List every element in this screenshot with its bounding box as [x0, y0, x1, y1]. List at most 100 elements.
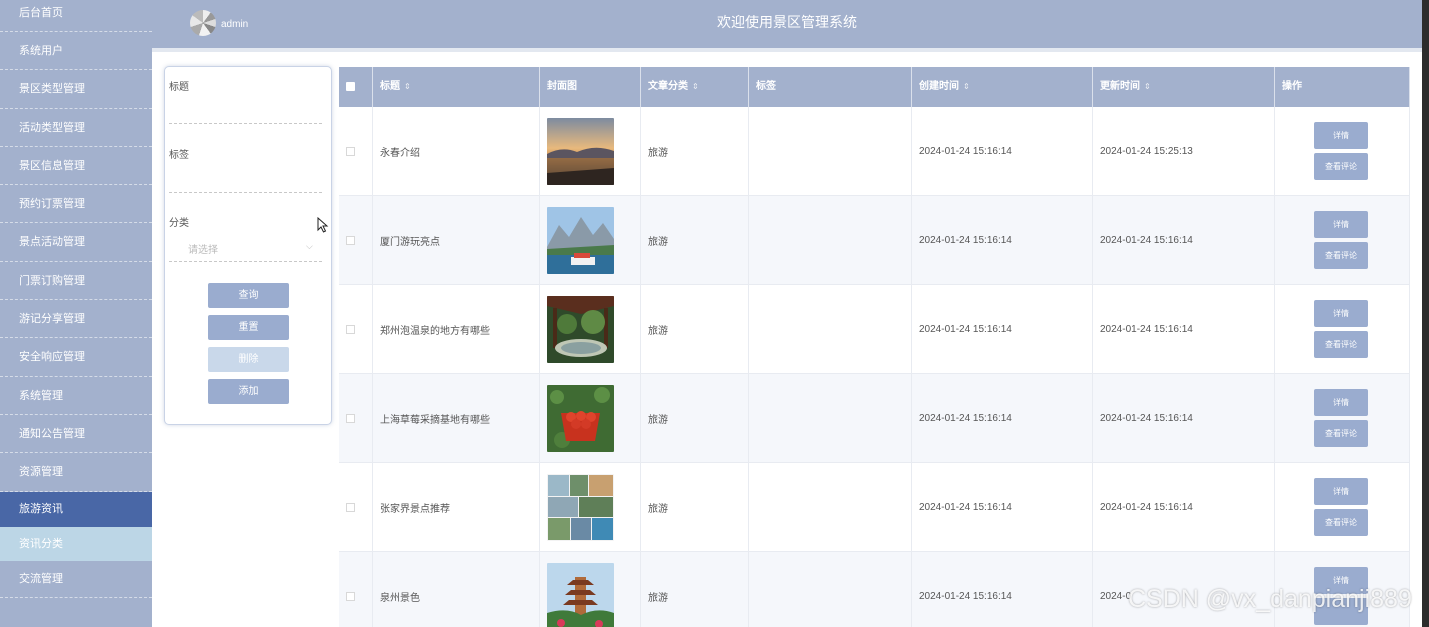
table-row: 郑州泡温泉的地方有哪些 旅游 2024-01-24 15:16:14 2024-… [339, 285, 1410, 374]
sidebar-item-scenic-type[interactable]: 景区类型管理 [0, 70, 152, 109]
tags-cell [749, 285, 912, 373]
tags-cell [749, 107, 912, 195]
cover-cell [540, 552, 641, 627]
view-comments-button[interactable]: 查看评论 [1314, 331, 1368, 358]
sidebar-item-tickets[interactable]: 门票订购管理 [0, 262, 152, 301]
actions-cell: 详情 查看评论 [1275, 463, 1410, 551]
news-table: 标题 ⇕ 封面图 文章分类 ⇕ 标签 创建时间 ⇕ 更新时间 ⇕ 操作 永春介绍 旅游 … [339, 67, 1410, 627]
view-comments-button[interactable]: 查看评论 [1314, 509, 1368, 536]
sidebar-item-events[interactable]: 景点活动管理 [0, 223, 152, 262]
cover-cell [540, 196, 641, 284]
category-select[interactable]: 请选择 [188, 241, 218, 256]
title-cell: 郑州泡温泉的地方有哪些 [373, 285, 540, 373]
category-cell: 旅游 [641, 463, 749, 551]
select-all-checkbox[interactable] [346, 82, 355, 91]
sort-icon[interactable]: ⇕ [963, 82, 970, 91]
category-cell: 旅游 [641, 374, 749, 462]
col-actions-label: 操作 [1282, 81, 1302, 92]
detail-button[interactable]: 详情 [1314, 300, 1368, 327]
row-checkbox[interactable] [346, 591, 355, 601]
title-cell: 厦门游玩亮点 [373, 196, 540, 284]
actions-cell: 详情 查看评论 [1275, 107, 1410, 195]
sidebar-item-resources[interactable]: 资源管理 [0, 453, 152, 492]
col-category-label: 文章分类 [648, 81, 688, 92]
detail-button[interactable]: 详情 [1314, 478, 1368, 505]
table-row: 永春介绍 旅游 2024-01-24 15:16:14 2024-01-24 1… [339, 107, 1410, 196]
category-select-underline [169, 261, 322, 262]
row-checkbox[interactable] [346, 146, 355, 156]
zhangjiajie-collage-image [547, 473, 614, 541]
created-cell: 2024-01-24 15:16:14 [912, 285, 1093, 373]
cover-cell [540, 374, 641, 462]
main-top-divider [152, 48, 1422, 52]
tags-cell [749, 552, 912, 627]
detail-button[interactable]: 详情 [1314, 211, 1368, 238]
sidebar-item-notices[interactable]: 通知公告管理 [0, 415, 152, 454]
title-cell: 永春介绍 [373, 107, 540, 195]
row-checkbox[interactable] [346, 413, 355, 423]
search-panel: 标题 标签 分类 请选择 ⌵ 查询 重置 删除 添加 [164, 66, 332, 425]
sort-icon[interactable]: ⇕ [692, 82, 699, 91]
detail-button[interactable]: 详情 [1314, 389, 1368, 416]
col-cover-label: 封面图 [547, 81, 577, 92]
row-checkbox[interactable] [346, 324, 355, 334]
detail-button[interactable]: 详情 [1314, 122, 1368, 149]
sort-icon[interactable]: ⇕ [404, 82, 411, 91]
updated-cell: 2024-01-24 15:25:13 [1093, 107, 1275, 195]
table-header: 标题 ⇕ 封面图 文章分类 ⇕ 标签 创建时间 ⇕ 更新时间 ⇕ 操作 [339, 67, 1410, 107]
sidebar-item-scenic-info[interactable]: 景区信息管理 [0, 147, 152, 186]
sidebar-item-system[interactable]: 系统管理 [0, 377, 152, 415]
col-category[interactable]: 文章分类 ⇕ [641, 67, 749, 107]
tag-input[interactable] [169, 192, 322, 193]
view-comments-button[interactable]: 查看评论 [1314, 242, 1368, 269]
sidebar: 后台首页 系统用户 景区类型管理 活动类型管理 景区信息管理 预约订票管理 景点… [0, 0, 152, 627]
cover-cell [540, 107, 641, 195]
actions-cell: 详情 查看评论 [1275, 196, 1410, 284]
sort-icon[interactable]: ⇕ [1144, 82, 1151, 91]
actions-cell: 详情 查看评论 [1275, 285, 1410, 373]
sidebar-item-safety[interactable]: 安全响应管理 [0, 338, 152, 377]
sidebar-item-exchange[interactable]: 交流管理 [0, 561, 152, 598]
query-button[interactable]: 查询 [208, 283, 289, 308]
sidebar-item-booking[interactable]: 预约订票管理 [0, 185, 152, 224]
updated-cell: 2024-01-24 15:16:14 [1093, 285, 1275, 373]
actions-cell: 详情 查看评论 [1275, 374, 1410, 462]
sidebar-item-news-category[interactable]: 资讯分类 [0, 526, 152, 561]
title-input[interactable] [169, 123, 322, 124]
col-title[interactable]: 标题 ⇕ [373, 67, 540, 107]
view-comments-button[interactable]: 查看评论 [1314, 153, 1368, 180]
hot-spring-image [547, 295, 614, 363]
row-checkbox-cell [339, 463, 373, 551]
col-created-label: 创建时间 [919, 81, 959, 92]
delete-button[interactable]: 删除 [208, 347, 289, 372]
col-created[interactable]: 创建时间 ⇕ [912, 67, 1093, 107]
sidebar-item-travelogue[interactable]: 游记分享管理 [0, 300, 152, 339]
sidebar-item-home[interactable]: 后台首页 [0, 0, 152, 32]
table-row: 张家界景点推荐 旅游 2024-01-24 15:16:14 2024-01-2… [339, 463, 1410, 552]
row-checkbox-cell [339, 107, 373, 195]
chevron-down-icon[interactable]: ⌵ [306, 241, 313, 252]
watermark-text: CSDN @vx_danpianji889 [1128, 585, 1412, 613]
page-title: 欢迎使用景区管理系统 [717, 14, 857, 30]
table-row: 上海草莓采摘基地有哪些 旅游 2024-01-24 15:16:14 2024-… [339, 374, 1410, 463]
add-button[interactable]: 添加 [208, 379, 289, 404]
row-checkbox[interactable] [346, 502, 355, 512]
cover-cell [540, 285, 641, 373]
title-field-label: 标题 [169, 82, 189, 93]
created-cell: 2024-01-24 15:16:14 [912, 196, 1093, 284]
row-checkbox-cell [339, 552, 373, 627]
created-cell: 2024-01-24 15:16:14 [912, 107, 1093, 195]
col-updated[interactable]: 更新时间 ⇕ [1093, 67, 1275, 107]
sidebar-item-travel-news[interactable]: 旅游资讯 [0, 491, 152, 527]
reset-button[interactable]: 重置 [208, 315, 289, 340]
sidebar-item-users[interactable]: 系统用户 [0, 32, 152, 71]
tags-cell [749, 374, 912, 462]
window-edge [1422, 0, 1429, 627]
tags-cell [749, 196, 912, 284]
created-cell: 2024-01-24 15:16:14 [912, 463, 1093, 551]
sidebar-item-activity-type[interactable]: 活动类型管理 [0, 109, 152, 147]
view-comments-button[interactable]: 查看评论 [1314, 420, 1368, 447]
row-checkbox[interactable] [346, 235, 355, 245]
boat-mountain-image [547, 206, 614, 274]
col-tags-label: 标签 [756, 81, 776, 92]
